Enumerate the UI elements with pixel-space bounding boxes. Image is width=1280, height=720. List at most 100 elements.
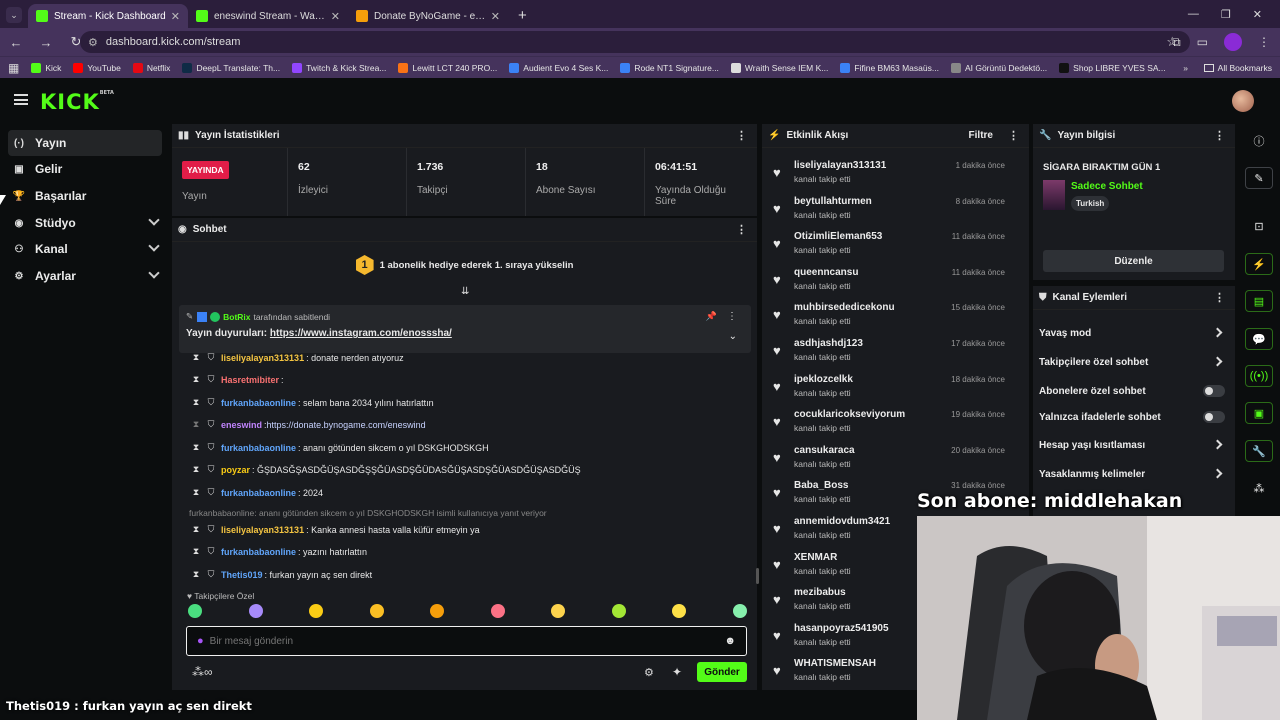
info-icon[interactable]: ⓘ: [1245, 130, 1273, 152]
minimize-icon[interactable]: —: [1188, 8, 1199, 20]
restore-icon[interactable]: ❐: [1221, 8, 1231, 21]
bookmark-item[interactable]: Kick: [31, 62, 61, 73]
toggle-switch[interactable]: [1203, 411, 1225, 423]
browser-menu-icon[interactable]: ⋮: [1258, 35, 1270, 49]
chat-menu-icon[interactable]: ⋮: [736, 223, 747, 236]
close-tab-icon[interactable]: ✕: [331, 10, 340, 23]
chat-username[interactable]: furkanbabaonline: [221, 488, 296, 498]
back-icon[interactable]: ←: [8, 35, 24, 50]
chevron-down-icon[interactable]: [148, 267, 160, 279]
sidebar-item-2[interactable]: 🏆 Başarılar: [8, 183, 162, 209]
pinned-link[interactable]: https://www.instagram.com/enosssha/: [270, 328, 452, 339]
channel-action-row[interactable]: Yasaklanmış kelimeler: [1039, 461, 1225, 487]
scroll-down-icon[interactable]: ⇊: [461, 286, 469, 297]
timeout-icon[interactable]: ⧗: [191, 546, 201, 557]
chevron-right-icon[interactable]: [1212, 356, 1223, 367]
follower-name[interactable]: ipeklozcelkk: [794, 374, 853, 385]
timeout-icon[interactable]: ⧗: [191, 374, 201, 385]
chat-username[interactable]: Thetis019: [221, 570, 263, 580]
channel-action-row[interactable]: Hesap yaşı kısıtlaması: [1039, 432, 1225, 458]
menu-icon[interactable]: [14, 94, 28, 105]
follower-name[interactable]: liseliyalayan313131: [794, 160, 886, 171]
gift-icon[interactable]: ✦: [672, 665, 682, 679]
chat-username[interactable]: liseliyalayan313131: [221, 525, 304, 535]
chat-username[interactable]: furkanbabaonline: [221, 398, 296, 408]
timeout-icon[interactable]: ⧗: [191, 352, 201, 363]
chevron-right-icon[interactable]: [1212, 468, 1223, 479]
chat-message-input[interactable]: [209, 635, 690, 647]
timeout-icon[interactable]: ⧗: [191, 524, 201, 535]
timeout-icon[interactable]: ⧗: [191, 419, 201, 430]
broadcast-settings-icon[interactable]: ((•)): [1245, 365, 1273, 387]
bookmark-item[interactable]: Fifine BM63 Masaüs...: [840, 62, 939, 73]
sidebar-item-1[interactable]: ▣ Gelir: [8, 156, 162, 182]
raid-icon[interactable]: ⚡: [1245, 253, 1273, 275]
channel-actions-menu-icon[interactable]: ⋮: [1214, 291, 1225, 304]
follower-name[interactable]: hasanpoyraz541905: [794, 623, 889, 634]
close-window-icon[interactable]: ✕: [1253, 8, 1262, 21]
capture-icon[interactable]: ⊡: [1245, 215, 1273, 237]
pinned-menu-icon[interactable]: ⋮: [727, 311, 737, 322]
follower-name[interactable]: OtizimliEleman653: [794, 231, 882, 242]
sidebar-item-5[interactable]: ⚙ Ayarlar: [8, 263, 162, 289]
follower-name[interactable]: muhbirsededicekonu: [794, 302, 895, 313]
browser-tab[interactable]: eneswind Stream - Watch Live o ✕: [188, 4, 348, 28]
chat-link[interactable]: https://donate.bynogame.com/eneswind: [267, 420, 426, 430]
follower-name[interactable]: queenncansu: [794, 267, 858, 278]
follower-name[interactable]: annemidovdum3421: [794, 516, 890, 527]
chat-username[interactable]: Hasretmibiter: [221, 375, 279, 385]
bookmark-item[interactable]: Rode NT1 Signature...: [620, 62, 719, 73]
chat-username[interactable]: liseliyalayan313131: [221, 353, 304, 363]
sidebar-item-4[interactable]: ⚇ Kanal: [8, 236, 162, 262]
sidebar-item-0[interactable]: (·) Yayın: [8, 130, 162, 156]
site-info-icon[interactable]: ⚙: [88, 36, 98, 49]
bookmark-item[interactable]: Audient Evo 4 Ses K...: [509, 62, 608, 73]
new-tab-button[interactable]: +: [518, 7, 527, 24]
emote-icon[interactable]: [672, 604, 686, 618]
emote-icon[interactable]: [490, 604, 505, 618]
send-button[interactable]: Gönder: [697, 662, 747, 682]
channel-action-row[interactable]: Abonelere özel sohbet: [1039, 378, 1225, 404]
timeout-icon[interactable]: ⧗: [191, 569, 201, 580]
chat-scrollbar[interactable]: [756, 568, 759, 584]
activity-menu-icon[interactable]: ⋮: [1008, 129, 1019, 142]
follower-name[interactable]: asdhjashdj123: [794, 338, 863, 349]
channel-action-row[interactable]: Yalnızca ifadelerle sohbet: [1039, 404, 1225, 430]
all-bookmarks-button[interactable]: All Bookmarks: [1203, 63, 1272, 73]
bookmark-item[interactable]: Wraith Sense IEM K...: [730, 62, 828, 73]
chevron-down-icon[interactable]: [148, 214, 160, 226]
kick-logo[interactable]: KICKBETA: [40, 90, 114, 114]
emote-icon[interactable]: [309, 604, 323, 618]
extensions-icon[interactable]: ⧉: [1172, 35, 1181, 50]
emote-icon[interactable]: [248, 604, 263, 618]
bookmark-item[interactable]: Twitch & Kick Strea...: [292, 62, 386, 73]
bookmark-item[interactable]: AI Görüntü Dedektö...: [950, 62, 1047, 73]
emote-icon[interactable]: [732, 604, 747, 618]
forward-icon[interactable]: →: [38, 35, 54, 50]
channel-action-row[interactable]: Takipçilere özel sohbet: [1039, 349, 1225, 375]
edit-stream-button[interactable]: Düzenle: [1043, 250, 1224, 272]
chat-username[interactable]: furkanbabaonline: [221, 547, 296, 557]
emote-icon[interactable]: [551, 604, 565, 618]
channel-action-row[interactable]: Yavaş mod: [1039, 320, 1225, 346]
chat-input-box[interactable]: ● ☻: [186, 626, 747, 656]
follower-name[interactable]: WHATISMENSAH: [794, 658, 876, 669]
clip-icon[interactable]: ▣: [1245, 402, 1273, 424]
bookmark-item[interactable]: Lewitt LCT 240 PRO...: [398, 62, 497, 73]
bookmark-item[interactable]: Shop LIBRE YVES SA...: [1059, 62, 1166, 73]
emote-icon[interactable]: [611, 604, 626, 618]
timeout-icon[interactable]: ⧗: [191, 442, 201, 453]
follower-name[interactable]: cansukaraca: [794, 445, 855, 456]
close-tab-icon[interactable]: ✕: [171, 10, 180, 23]
expand-pinned-icon[interactable]: ⌄: [729, 331, 737, 342]
chat-username[interactable]: eneswind: [221, 420, 262, 430]
chat-username[interactable]: poyzar: [221, 465, 250, 475]
follower-name[interactable]: mezibabus: [794, 587, 846, 598]
chat-popout-icon[interactable]: 💬: [1245, 328, 1273, 350]
emoji-picker-icon[interactable]: ☻: [724, 635, 736, 647]
profile-extension-icon[interactable]: [1224, 33, 1242, 51]
emote-icon[interactable]: [369, 604, 384, 618]
sidepanel-icon[interactable]: ▭: [1197, 35, 1208, 49]
chat-username[interactable]: furkanbabaonline: [221, 443, 296, 453]
emote-icon[interactable]: [188, 604, 202, 618]
